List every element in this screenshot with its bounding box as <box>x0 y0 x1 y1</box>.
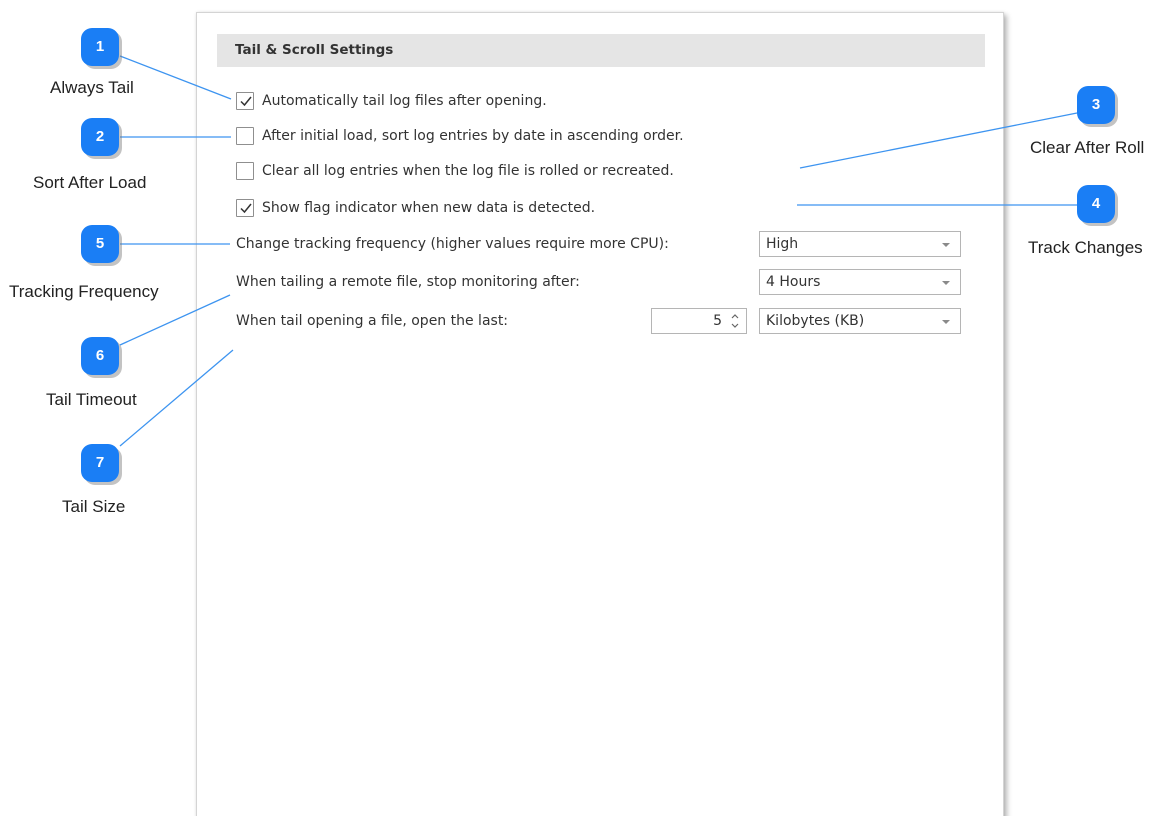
callout-label-7: Tail Size <box>62 497 126 516</box>
callout-badge-6: 6 <box>81 337 125 381</box>
checkmark-icon <box>240 96 252 107</box>
sort-after-load-checkbox[interactable] <box>236 127 254 145</box>
tail-size-label: When tail opening a file, open the last: <box>236 313 509 329</box>
sort-after-load-label: After initial load, sort log entries by … <box>262 128 684 144</box>
tail-size-unit-value: Kilobytes (KB) <box>766 313 865 329</box>
chevron-down-icon <box>942 243 950 247</box>
callout-label-5: Tracking Frequency <box>9 282 159 301</box>
callout-label-2: Sort After Load <box>33 173 147 192</box>
tail-timeout-label: When tailing a remote file, stop monitor… <box>236 274 580 290</box>
callout-label-4: Track Changes <box>1028 238 1143 257</box>
tail-size-amount-value: 5 <box>713 313 722 329</box>
callout-badge-2: 2 <box>81 118 125 162</box>
section-header: Tail & Scroll Settings <box>217 34 985 67</box>
callout-label-3: Clear After Roll <box>1030 138 1145 157</box>
callout-badge-4: 4 <box>1077 185 1121 229</box>
checkmark-icon <box>240 203 252 214</box>
callout-label-1: Always Tail <box>50 78 134 97</box>
spinner-arrows-icon[interactable] <box>730 312 740 330</box>
callout-badge-7: 7 <box>81 444 125 488</box>
tail-timeout-select[interactable]: 4 Hours <box>759 269 961 295</box>
always-tail-option[interactable]: Automatically tail log files after openi… <box>236 90 547 112</box>
clear-after-roll-label: Clear all log entries when the log file … <box>262 163 674 179</box>
sort-after-load-option[interactable]: After initial load, sort log entries by … <box>236 125 684 147</box>
callout-badge-3: 3 <box>1077 86 1121 130</box>
tail-timeout-value: 4 Hours <box>766 274 821 290</box>
callout-badge-1: 1 <box>81 28 125 72</box>
callout-label-6: Tail Timeout <box>46 390 137 409</box>
clear-after-roll-option[interactable]: Clear all log entries when the log file … <box>236 160 674 182</box>
always-tail-label: Automatically tail log files after openi… <box>262 93 547 109</box>
always-tail-checkbox[interactable] <box>236 92 254 110</box>
track-changes-checkbox[interactable] <box>236 199 254 217</box>
tracking-frequency-label: Change tracking frequency (higher values… <box>236 236 669 252</box>
tail-size-unit-select[interactable]: Kilobytes (KB) <box>759 308 961 334</box>
clear-after-roll-checkbox[interactable] <box>236 162 254 180</box>
track-changes-label: Show flag indicator when new data is det… <box>262 200 596 216</box>
tracking-frequency-value: High <box>766 236 799 252</box>
track-changes-option[interactable]: Show flag indicator when new data is det… <box>236 197 595 219</box>
chevron-down-icon <box>942 320 950 324</box>
tracking-frequency-select[interactable]: High <box>759 231 961 257</box>
callout-badge-5: 5 <box>81 225 125 269</box>
tail-size-amount-stepper[interactable]: 5 <box>651 308 747 334</box>
chevron-down-icon <box>942 281 950 285</box>
